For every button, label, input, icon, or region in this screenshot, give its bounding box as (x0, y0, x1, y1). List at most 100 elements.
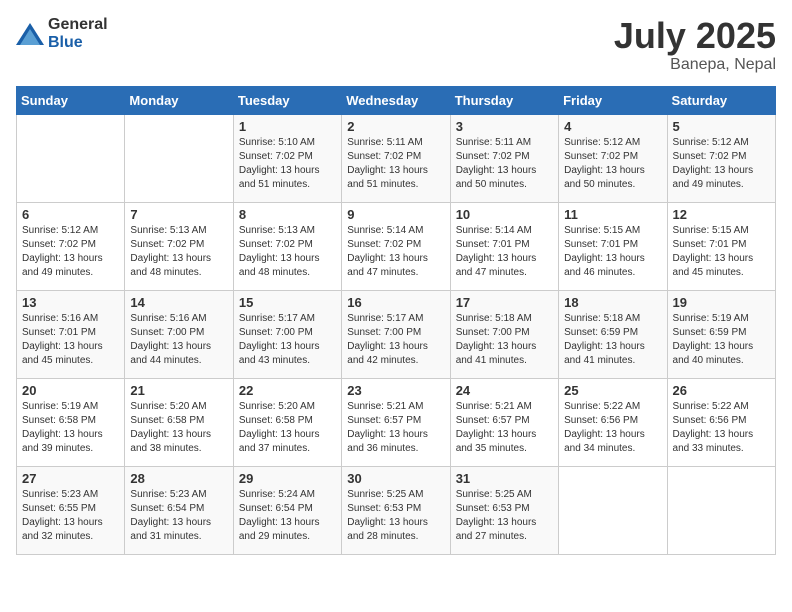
cell-info: Sunrise: 5:12 AMSunset: 7:02 PMDaylight:… (22, 225, 103, 278)
table-row: 4 Sunrise: 5:12 AMSunset: 7:02 PMDayligh… (559, 114, 667, 202)
table-row: 9 Sunrise: 5:14 AMSunset: 7:02 PMDayligh… (342, 202, 450, 290)
calendar-table: Sunday Monday Tuesday Wednesday Thursday… (16, 86, 776, 555)
cell-info: Sunrise: 5:20 AMSunset: 6:58 PMDaylight:… (239, 401, 320, 454)
calendar-header-row: Sunday Monday Tuesday Wednesday Thursday… (17, 86, 776, 114)
day-number: 29 (239, 471, 336, 486)
col-friday: Friday (559, 86, 667, 114)
table-row: 20 Sunrise: 5:19 AMSunset: 6:58 PMDaylig… (17, 378, 125, 466)
col-thursday: Thursday (450, 86, 558, 114)
day-number: 2 (347, 119, 444, 134)
day-number: 22 (239, 383, 336, 398)
table-row: 14 Sunrise: 5:16 AMSunset: 7:00 PMDaylig… (125, 290, 233, 378)
day-number: 16 (347, 295, 444, 310)
cell-info: Sunrise: 5:12 AMSunset: 7:02 PMDaylight:… (564, 137, 645, 190)
day-number: 23 (347, 383, 444, 398)
day-number: 25 (564, 383, 661, 398)
table-row: 26 Sunrise: 5:22 AMSunset: 6:56 PMDaylig… (667, 378, 775, 466)
day-number: 10 (456, 207, 553, 222)
cell-info: Sunrise: 5:10 AMSunset: 7:02 PMDaylight:… (239, 137, 320, 190)
day-number: 11 (564, 207, 661, 222)
cell-info: Sunrise: 5:11 AMSunset: 7:02 PMDaylight:… (456, 137, 537, 190)
day-number: 27 (22, 471, 119, 486)
cell-info: Sunrise: 5:15 AMSunset: 7:01 PMDaylight:… (564, 225, 645, 278)
day-number: 4 (564, 119, 661, 134)
day-number: 31 (456, 471, 553, 486)
cell-info: Sunrise: 5:18 AMSunset: 6:59 PMDaylight:… (564, 313, 645, 366)
col-wednesday: Wednesday (342, 86, 450, 114)
day-number: 6 (22, 207, 119, 222)
cell-info: Sunrise: 5:25 AMSunset: 6:53 PMDaylight:… (347, 489, 428, 542)
day-number: 1 (239, 119, 336, 134)
table-row: 16 Sunrise: 5:17 AMSunset: 7:00 PMDaylig… (342, 290, 450, 378)
cell-info: Sunrise: 5:16 AMSunset: 7:01 PMDaylight:… (22, 313, 103, 366)
table-row: 28 Sunrise: 5:23 AMSunset: 6:54 PMDaylig… (125, 466, 233, 554)
calendar-week-3: 13 Sunrise: 5:16 AMSunset: 7:01 PMDaylig… (17, 290, 776, 378)
col-sunday: Sunday (17, 86, 125, 114)
day-number: 7 (130, 207, 227, 222)
logo-blue: Blue (48, 34, 83, 51)
table-row (125, 114, 233, 202)
table-row: 6 Sunrise: 5:12 AMSunset: 7:02 PMDayligh… (17, 202, 125, 290)
day-number: 9 (347, 207, 444, 222)
table-row: 10 Sunrise: 5:14 AMSunset: 7:01 PMDaylig… (450, 202, 558, 290)
day-number: 18 (564, 295, 661, 310)
table-row: 22 Sunrise: 5:20 AMSunset: 6:58 PMDaylig… (233, 378, 341, 466)
cell-info: Sunrise: 5:19 AMSunset: 6:59 PMDaylight:… (673, 313, 754, 366)
table-row (667, 466, 775, 554)
cell-info: Sunrise: 5:12 AMSunset: 7:02 PMDaylight:… (673, 137, 754, 190)
calendar-week-4: 20 Sunrise: 5:19 AMSunset: 6:58 PMDaylig… (17, 378, 776, 466)
table-row: 29 Sunrise: 5:24 AMSunset: 6:54 PMDaylig… (233, 466, 341, 554)
table-row: 3 Sunrise: 5:11 AMSunset: 7:02 PMDayligh… (450, 114, 558, 202)
cell-info: Sunrise: 5:18 AMSunset: 7:00 PMDaylight:… (456, 313, 537, 366)
cell-info: Sunrise: 5:17 AMSunset: 7:00 PMDaylight:… (239, 313, 320, 366)
table-row: 11 Sunrise: 5:15 AMSunset: 7:01 PMDaylig… (559, 202, 667, 290)
cell-info: Sunrise: 5:21 AMSunset: 6:57 PMDaylight:… (347, 401, 428, 454)
day-number: 5 (673, 119, 770, 134)
cell-info: Sunrise: 5:14 AMSunset: 7:02 PMDaylight:… (347, 225, 428, 278)
cell-info: Sunrise: 5:13 AMSunset: 7:02 PMDaylight:… (130, 225, 211, 278)
cell-info: Sunrise: 5:11 AMSunset: 7:02 PMDaylight:… (347, 137, 428, 190)
calendar-week-2: 6 Sunrise: 5:12 AMSunset: 7:02 PMDayligh… (17, 202, 776, 290)
table-row: 21 Sunrise: 5:20 AMSunset: 6:58 PMDaylig… (125, 378, 233, 466)
table-row: 2 Sunrise: 5:11 AMSunset: 7:02 PMDayligh… (342, 114, 450, 202)
cell-info: Sunrise: 5:21 AMSunset: 6:57 PMDaylight:… (456, 401, 537, 454)
col-tuesday: Tuesday (233, 86, 341, 114)
cell-info: Sunrise: 5:23 AMSunset: 6:55 PMDaylight:… (22, 489, 103, 542)
cell-info: Sunrise: 5:16 AMSunset: 7:00 PMDaylight:… (130, 313, 211, 366)
table-row (17, 114, 125, 202)
cell-info: Sunrise: 5:19 AMSunset: 6:58 PMDaylight:… (22, 401, 103, 454)
day-number: 19 (673, 295, 770, 310)
cell-info: Sunrise: 5:24 AMSunset: 6:54 PMDaylight:… (239, 489, 320, 542)
col-monday: Monday (125, 86, 233, 114)
page-header: General Blue July 2025 Banepa, Nepal (16, 16, 776, 74)
day-number: 24 (456, 383, 553, 398)
table-row: 12 Sunrise: 5:15 AMSunset: 7:01 PMDaylig… (667, 202, 775, 290)
cell-info: Sunrise: 5:25 AMSunset: 6:53 PMDaylight:… (456, 489, 537, 542)
table-row: 15 Sunrise: 5:17 AMSunset: 7:00 PMDaylig… (233, 290, 341, 378)
table-row: 13 Sunrise: 5:16 AMSunset: 7:01 PMDaylig… (17, 290, 125, 378)
table-row (559, 466, 667, 554)
cell-info: Sunrise: 5:22 AMSunset: 6:56 PMDaylight:… (673, 401, 754, 454)
table-row: 1 Sunrise: 5:10 AMSunset: 7:02 PMDayligh… (233, 114, 341, 202)
col-saturday: Saturday (667, 86, 775, 114)
logo: General Blue (16, 16, 108, 52)
calendar-week-1: 1 Sunrise: 5:10 AMSunset: 7:02 PMDayligh… (17, 114, 776, 202)
table-row: 31 Sunrise: 5:25 AMSunset: 6:53 PMDaylig… (450, 466, 558, 554)
day-number: 13 (22, 295, 119, 310)
table-row: 7 Sunrise: 5:13 AMSunset: 7:02 PMDayligh… (125, 202, 233, 290)
day-number: 8 (239, 207, 336, 222)
day-number: 12 (673, 207, 770, 222)
day-number: 28 (130, 471, 227, 486)
cell-info: Sunrise: 5:23 AMSunset: 6:54 PMDaylight:… (130, 489, 211, 542)
calendar-week-5: 27 Sunrise: 5:23 AMSunset: 6:55 PMDaylig… (17, 466, 776, 554)
logo-general: General (48, 16, 108, 33)
day-number: 17 (456, 295, 553, 310)
day-number: 14 (130, 295, 227, 310)
table-row: 19 Sunrise: 5:19 AMSunset: 6:59 PMDaylig… (667, 290, 775, 378)
location-label: Banepa, Nepal (614, 56, 776, 74)
table-row: 25 Sunrise: 5:22 AMSunset: 6:56 PMDaylig… (559, 378, 667, 466)
month-year-title: July 2025 (614, 16, 776, 56)
cell-info: Sunrise: 5:14 AMSunset: 7:01 PMDaylight:… (456, 225, 537, 278)
day-number: 21 (130, 383, 227, 398)
cell-info: Sunrise: 5:22 AMSunset: 6:56 PMDaylight:… (564, 401, 645, 454)
